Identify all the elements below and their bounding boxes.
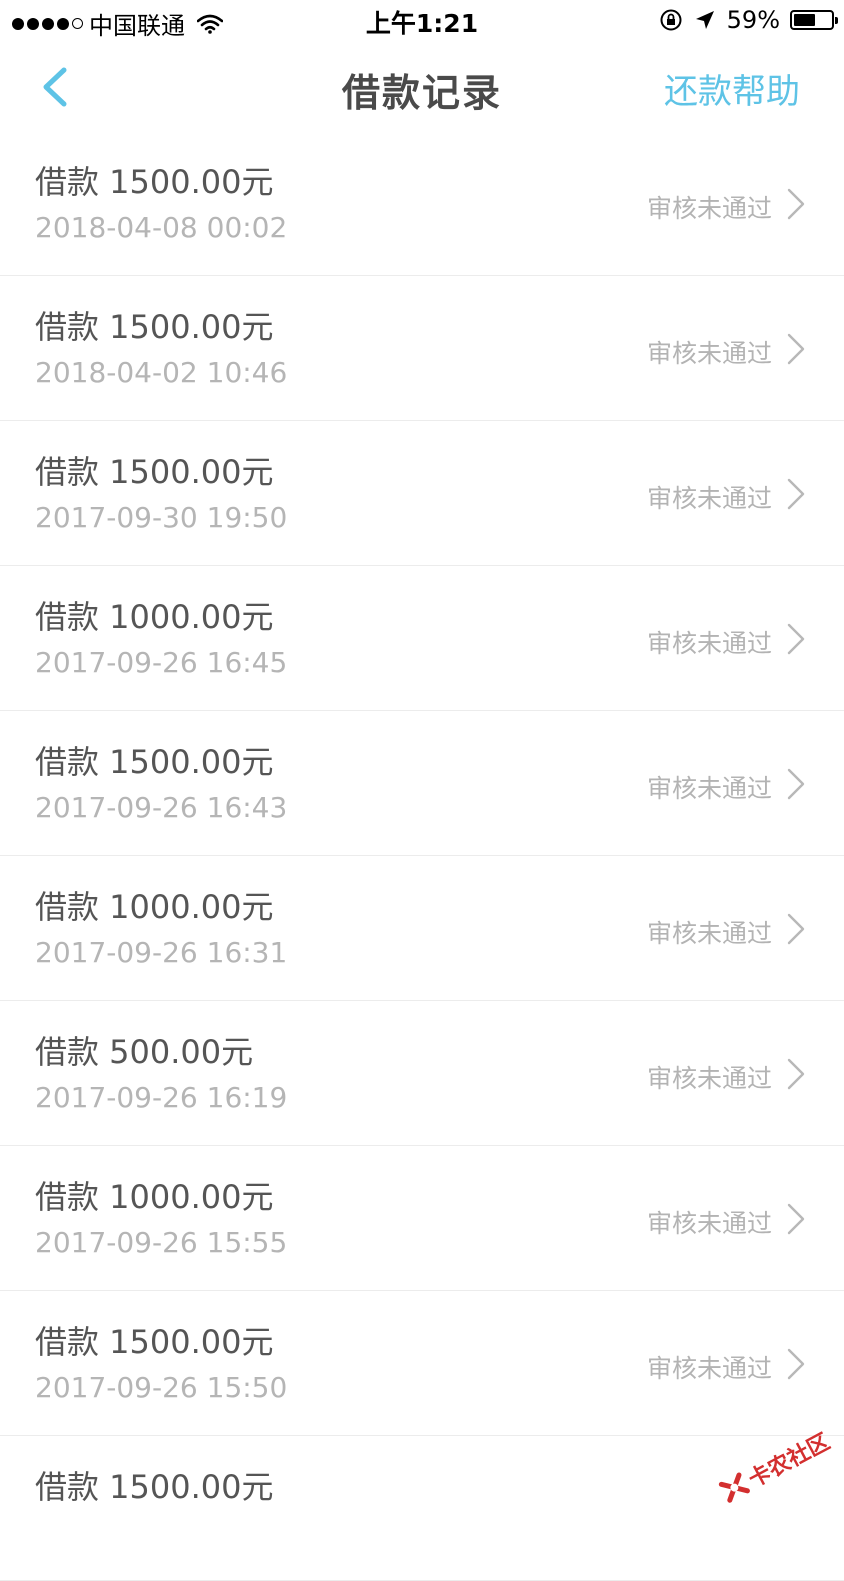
- chevron-right-icon: [787, 1348, 805, 1380]
- loan-record-row[interactable]: 借款 1000.00元 2017-09-26 15:55 审核未通过: [0, 1146, 844, 1291]
- loan-amount: 借款 1000.00元: [35, 598, 274, 636]
- review-status: 审核未通过: [646, 919, 772, 948]
- signal-strength-icon: [12, 17, 83, 30]
- review-status: 审核未通过: [646, 629, 772, 658]
- loan-date: 2017-09-26 15:55: [35, 1226, 288, 1259]
- loan-amount: 借款 1000.00元: [35, 1178, 274, 1216]
- battery-icon: [790, 10, 838, 30]
- chevron-right-icon: [787, 1058, 805, 1090]
- signal-dot: [42, 17, 54, 30]
- loan-record-row[interactable]: 借款 1500.00元 2017-09-26 16:43 审核未通过: [0, 711, 844, 856]
- review-status: 审核未通过: [646, 194, 772, 223]
- loan-date: 2018-04-02 10:46: [35, 356, 288, 389]
- repayment-help-link[interactable]: 还款帮助: [664, 64, 800, 113]
- loan-record-list: 借款 1500.00元 2018-04-08 00:02 审核未通过 借款 1500.…: [0, 131, 844, 1581]
- loan-amount: 借款 1500.00元: [35, 308, 274, 346]
- loan-record-row[interactable]: 借款 500.00元 2017-09-26 16:19 审核未通过: [0, 1001, 844, 1146]
- loan-record-row[interactable]: 借款 1500.00元 2017-09-26 15:50 审核未通过: [0, 1291, 844, 1436]
- status-bar: 中国联通 上午1:21 59%: [0, 0, 844, 44]
- chevron-right-icon: [787, 333, 805, 365]
- loan-record-row[interactable]: 借款 1500.00元 2018-04-08 00:02 审核未通过: [0, 131, 844, 276]
- carrier-name: 中国联通: [89, 12, 185, 40]
- signal-dot: [57, 17, 69, 30]
- loan-amount: 借款 1500.00元: [35, 453, 274, 491]
- chevron-left-icon[interactable]: [30, 62, 80, 112]
- loan-date: 2017-09-26 16:19: [35, 1081, 288, 1114]
- status-left: 中国联通: [12, 6, 223, 41]
- loan-amount: 借款 500.00元: [35, 1033, 254, 1071]
- loan-record-row[interactable]: 借款 1500.00元 2018-04-02 10:46 审核未通过: [0, 276, 844, 421]
- loan-date: 2017-09-26 16:45: [35, 646, 288, 679]
- loan-record-row[interactable]: 借款 1500.00元: [0, 1436, 844, 1581]
- loan-date: 2017-09-26 16:43: [35, 791, 288, 824]
- status-right: 59%: [659, 6, 838, 34]
- review-status: 审核未通过: [646, 1354, 772, 1383]
- nav-bar: 借款记录 还款帮助: [0, 44, 844, 132]
- location-arrow-icon: [695, 11, 714, 29]
- loan-date: 2017-09-30 19:50: [35, 501, 288, 534]
- loan-record-row[interactable]: 借款 1500.00元 2017-09-30 19:50 审核未通过: [0, 421, 844, 566]
- signal-dot: [12, 17, 24, 30]
- battery-fill: [794, 14, 816, 26]
- review-status: 审核未通过: [646, 1209, 772, 1238]
- loan-amount: 借款 1500.00元: [35, 1323, 274, 1361]
- loan-amount: 借款 1500.00元: [35, 163, 274, 201]
- loan-amount: 借款 1500.00元: [35, 743, 274, 781]
- signal-dot: [27, 17, 39, 30]
- battery-percent: 59%: [726, 6, 780, 34]
- wifi-icon: [197, 14, 223, 34]
- loan-amount: 借款 1000.00元: [35, 888, 274, 926]
- loan-date: 2018-04-08 00:02: [35, 211, 288, 244]
- chevron-right-icon: [787, 623, 805, 655]
- loan-date: 2017-09-26 15:50: [35, 1371, 288, 1404]
- chevron-right-icon: [787, 1203, 805, 1235]
- chevron-right-icon: [787, 188, 805, 220]
- chevron-right-icon: [787, 913, 805, 945]
- loan-amount: 借款 1500.00元: [35, 1468, 274, 1506]
- signal-dot-empty: [72, 18, 83, 29]
- chevron-right-icon: [787, 768, 805, 800]
- review-status: 审核未通过: [646, 339, 772, 368]
- review-status: 审核未通过: [646, 774, 772, 803]
- review-status: 审核未通过: [646, 1064, 772, 1093]
- rotation-lock-icon: [660, 9, 682, 31]
- loan-record-row[interactable]: 借款 1000.00元 2017-09-26 16:31 审核未通过: [0, 856, 844, 1001]
- review-status: 审核未通过: [646, 484, 772, 513]
- chevron-right-icon: [787, 478, 805, 510]
- battery-cap: [835, 17, 838, 24]
- loan-date: 2017-09-26 16:31: [35, 936, 288, 969]
- loan-record-row[interactable]: 借款 1000.00元 2017-09-26 16:45 审核未通过: [0, 566, 844, 711]
